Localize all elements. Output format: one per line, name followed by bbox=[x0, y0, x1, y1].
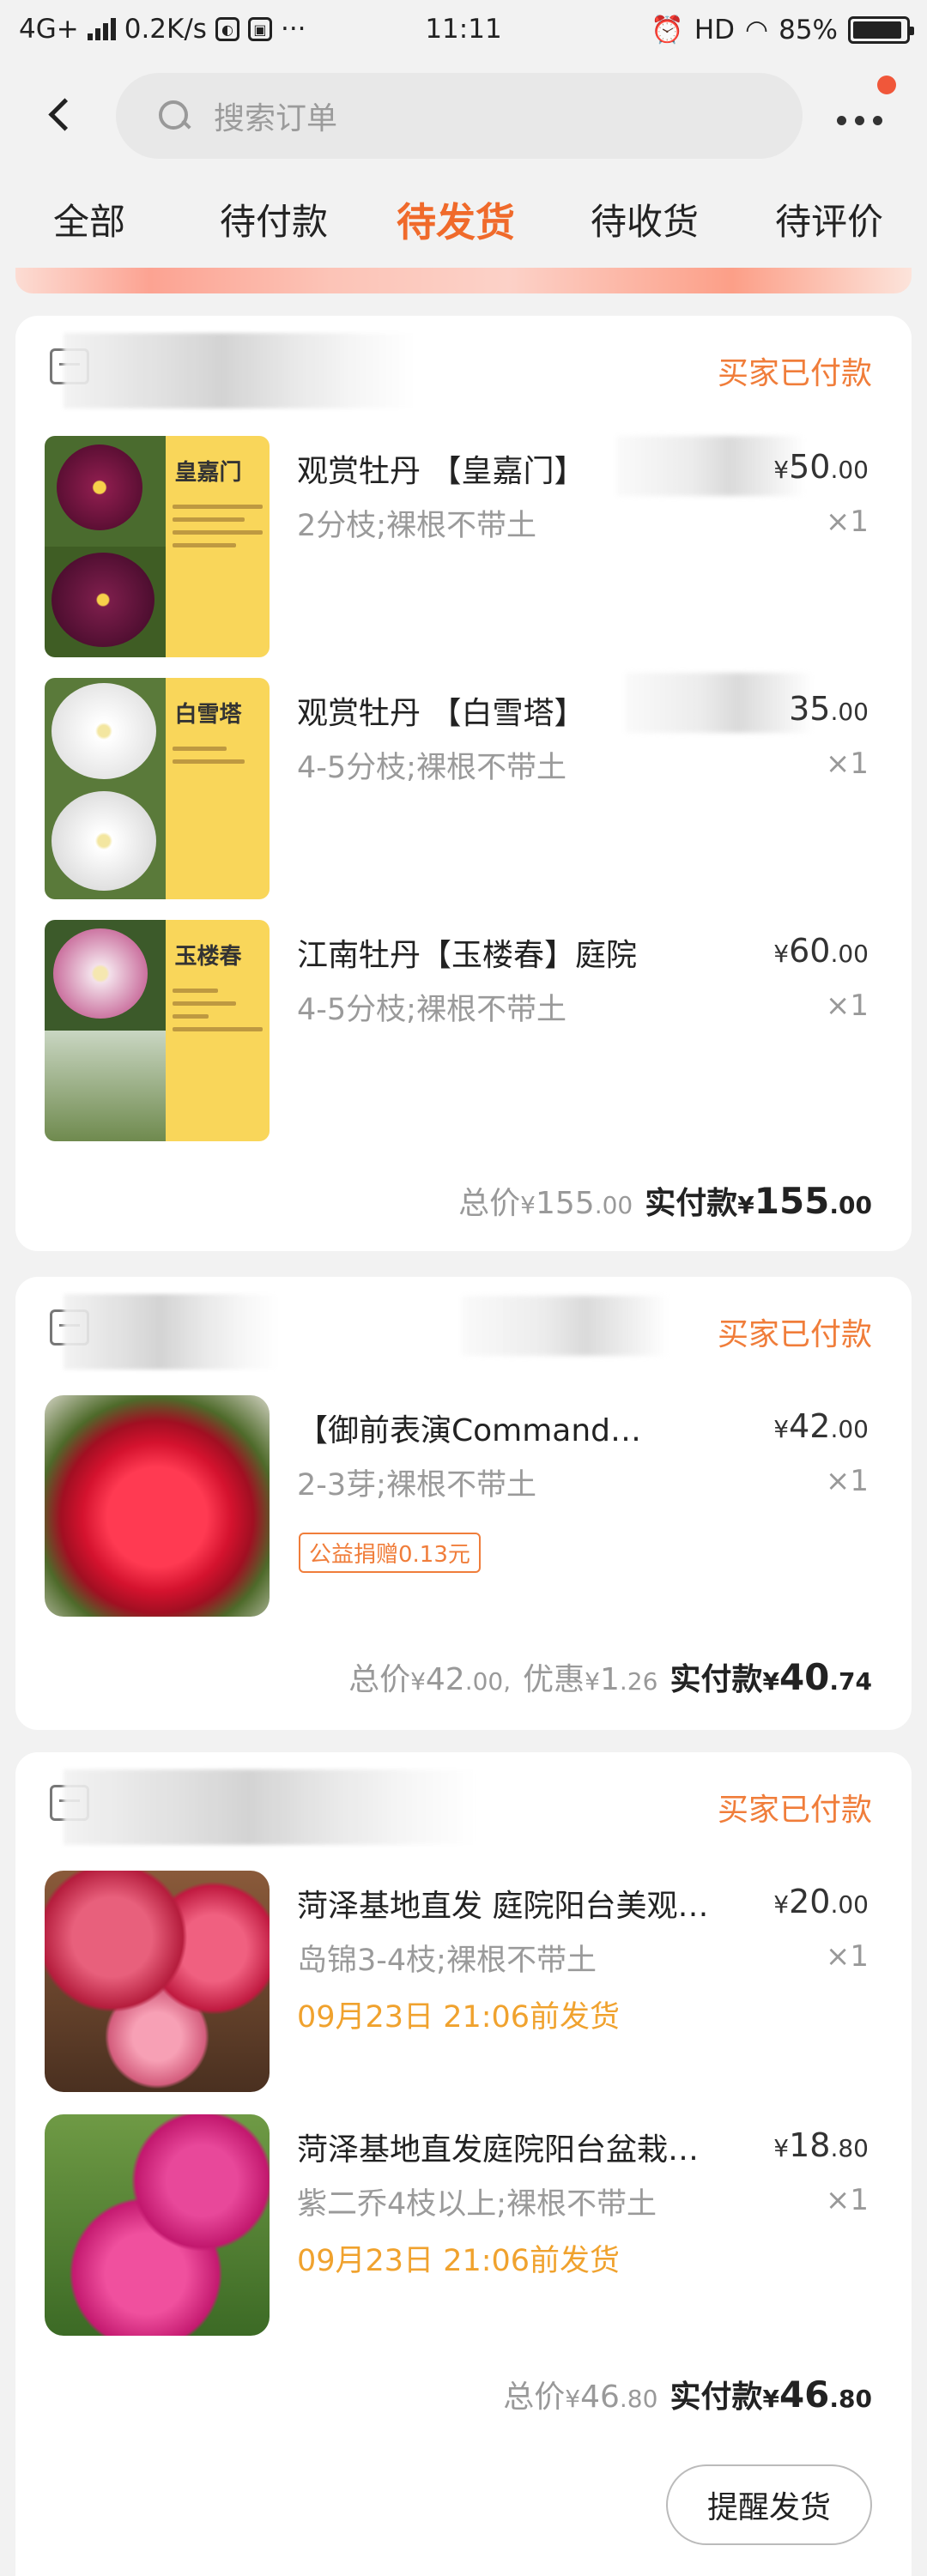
tab-pending-payment[interactable]: 待付款 bbox=[220, 193, 328, 245]
product-image[interactable]: 白雪塔 bbox=[45, 678, 270, 899]
hd-indicator: HD bbox=[694, 14, 736, 45]
product-price: ¥18.80 bbox=[773, 2126, 869, 2164]
promo-banner[interactable] bbox=[15, 268, 912, 293]
product-image[interactable] bbox=[45, 2114, 270, 2336]
product-image-label: 皇嘉门 bbox=[174, 460, 242, 486]
shop-name-blurred[interactable] bbox=[64, 1769, 476, 1845]
paid-label: 实付款 bbox=[670, 2379, 763, 2415]
order-status: 买家已付款 bbox=[717, 356, 872, 391]
order-item[interactable]: 【御前表演Command… 2-3芽;裸根不带土 ¥42.00 ×1 公益捐赠0… bbox=[15, 1395, 912, 1636]
order-card[interactable]: 买家已付款 菏泽基地直发 庭院阳台美观… 岛锦3-4枝;裸根不带土 09月23日… bbox=[15, 1752, 912, 2576]
order-total: 总价¥155.00 实付款 ¥ 155 .00 bbox=[458, 1178, 872, 1223]
notification-dot bbox=[877, 76, 896, 94]
remind-shipment-button[interactable]: 提醒发货 bbox=[666, 2464, 872, 2545]
shop-name-blurred[interactable] bbox=[64, 1294, 278, 1370]
search-placeholder: 搜索订单 bbox=[214, 101, 338, 136]
product-spec: 2分枝;裸根不带土 bbox=[297, 509, 537, 543]
product-price: ¥20.00 bbox=[773, 1883, 869, 1920]
product-image[interactable]: 玉楼春 bbox=[45, 920, 270, 1141]
product-title[interactable]: 【御前表演Command… bbox=[297, 1406, 709, 1450]
product-price: ¥42.00 bbox=[773, 1407, 869, 1445]
product-title[interactable]: 江南牡丹【玉楼春】庭院 bbox=[297, 930, 760, 975]
product-quantity: ×1 bbox=[825, 2183, 869, 2217]
order-item[interactable]: 皇嘉门 观赏牡丹 【皇嘉门】 2分枝;裸根不带土 ¥50.00 ×1 bbox=[15, 436, 912, 676]
product-quantity: ×1 bbox=[825, 1939, 869, 1974]
order-item[interactable]: 白雪塔 观赏牡丹 【白雪塔】 4-5分枝;裸根不带土 35.00 ×1 bbox=[15, 673, 912, 918]
title-blur bbox=[625, 673, 814, 733]
paid-label: 实付款 bbox=[670, 1662, 763, 1697]
tab-all[interactable]: 全部 bbox=[53, 193, 125, 245]
product-spec: 2-3芽;裸根不带土 bbox=[297, 1468, 536, 1503]
alarm-icon: ⏰ bbox=[651, 15, 684, 45]
order-status: 买家已付款 bbox=[717, 1793, 872, 1828]
product-price: 35.00 bbox=[789, 690, 869, 728]
status-bar: 4G+ 0.2K/s ◐ ▣ ··· 11:11 ⏰ HD ◠ 85% bbox=[0, 0, 927, 60]
ship-deadline: 09月23日 21:06前发货 bbox=[297, 2000, 621, 2035]
product-title[interactable]: 菏泽基地直发庭院阳台盆栽… bbox=[297, 2125, 760, 2169]
product-image-label: 白雪塔 bbox=[174, 702, 242, 728]
product-quantity: ×1 bbox=[825, 1464, 869, 1498]
product-spec: 4-5分枝;裸根不带土 bbox=[297, 751, 566, 785]
order-card[interactable]: 买家已付款 皇嘉门 观赏牡丹 【皇嘉门】 2分枝;裸根不带土 ¥50.00 ×1 bbox=[15, 316, 912, 1251]
product-image[interactable]: 皇嘉门 bbox=[45, 436, 270, 657]
total-price-original: 总价¥155.00 bbox=[458, 1186, 633, 1221]
total-price-original: 总价¥42.00, bbox=[348, 1662, 512, 1697]
tab-pending-shipment[interactable]: 待发货 bbox=[397, 191, 515, 248]
order-total: 总价¥46.80 实付款 ¥ 46 .80 bbox=[503, 2372, 872, 2416]
order-item[interactable]: 菏泽基地直发庭院阳台盆栽… 紫二乔4枝以上;裸根不带土 09月23日 21:06… bbox=[15, 2114, 912, 2355]
order-status: 买家已付款 bbox=[717, 1317, 872, 1352]
order-card[interactable]: 买家已付款 【御前表演Command… 2-3芽;裸根不带土 ¥42.00 ×1… bbox=[15, 1277, 912, 1730]
shop-name-blurred[interactable] bbox=[64, 333, 415, 408]
paid-amount: 40 bbox=[779, 1656, 830, 1698]
product-spec: 岛锦3-4枝;裸根不带土 bbox=[297, 1944, 597, 1978]
order-item[interactable]: 菏泽基地直发 庭院阳台美观… 岛锦3-4枝;裸根不带土 09月23日 21:06… bbox=[15, 1871, 912, 2111]
charity-tag: 公益捐赠0.13元 bbox=[299, 1533, 481, 1573]
order-item[interactable]: 玉楼春 江南牡丹【玉楼春】庭院 4-5分枝;裸根不带土 ¥60.00 ×1 bbox=[15, 920, 912, 1160]
search-input[interactable]: 搜索订单 bbox=[116, 73, 803, 159]
paid-currency: ¥ bbox=[762, 2385, 779, 2413]
paid-decimal: .80 bbox=[829, 2385, 872, 2413]
product-quantity: ×1 bbox=[825, 989, 869, 1023]
tab-pending-receipt[interactable]: 待收货 bbox=[591, 193, 699, 245]
paid-label: 实付款 bbox=[645, 1186, 738, 1221]
product-spec: 4-5分枝;裸根不带土 bbox=[297, 993, 566, 1027]
header: 搜索订单 bbox=[0, 69, 927, 163]
product-image[interactable] bbox=[45, 1871, 270, 2092]
search-icon bbox=[157, 99, 191, 133]
discount-amount: 优惠¥1.26 bbox=[523, 1662, 658, 1697]
order-total: 总价¥42.00, 优惠¥1.26 实付款 ¥ 40 .74 bbox=[348, 1654, 872, 1699]
more-options-button[interactable] bbox=[837, 103, 897, 137]
battery-icon bbox=[848, 15, 914, 44]
order-tabs: 全部 待付款 待发货 待收货 待评价 bbox=[0, 193, 927, 262]
paid-amount: 46 bbox=[779, 2373, 830, 2416]
tab-pending-review[interactable]: 待评价 bbox=[775, 193, 883, 245]
product-spec: 紫二乔4枝以上;裸根不带土 bbox=[297, 2187, 657, 2222]
status-right: ⏰ HD ◠ 85% bbox=[651, 14, 914, 45]
product-price: ¥50.00 bbox=[773, 448, 869, 486]
paid-amount: 155 bbox=[754, 1180, 830, 1222]
product-quantity: ×1 bbox=[825, 747, 869, 781]
paid-currency: ¥ bbox=[737, 1191, 754, 1219]
product-image-label: 玉楼春 bbox=[174, 944, 242, 970]
back-button[interactable] bbox=[43, 94, 77, 137]
shop-extra-blur bbox=[462, 1296, 668, 1356]
product-quantity: ×1 bbox=[825, 505, 869, 539]
product-title[interactable]: 菏泽基地直发 庭院阳台美观… bbox=[297, 1881, 760, 1926]
battery-percent: 85% bbox=[779, 14, 838, 45]
paid-decimal: .74 bbox=[829, 1667, 872, 1696]
ship-deadline: 09月23日 21:06前发货 bbox=[297, 2244, 621, 2278]
total-price-original: 总价¥46.80 bbox=[503, 2379, 658, 2415]
paid-currency: ¥ bbox=[762, 1667, 779, 1696]
wifi-icon: ◠ bbox=[745, 14, 769, 45]
paid-decimal: .00 bbox=[829, 1191, 872, 1219]
product-image[interactable] bbox=[45, 1395, 270, 1617]
product-price: ¥60.00 bbox=[773, 932, 869, 970]
